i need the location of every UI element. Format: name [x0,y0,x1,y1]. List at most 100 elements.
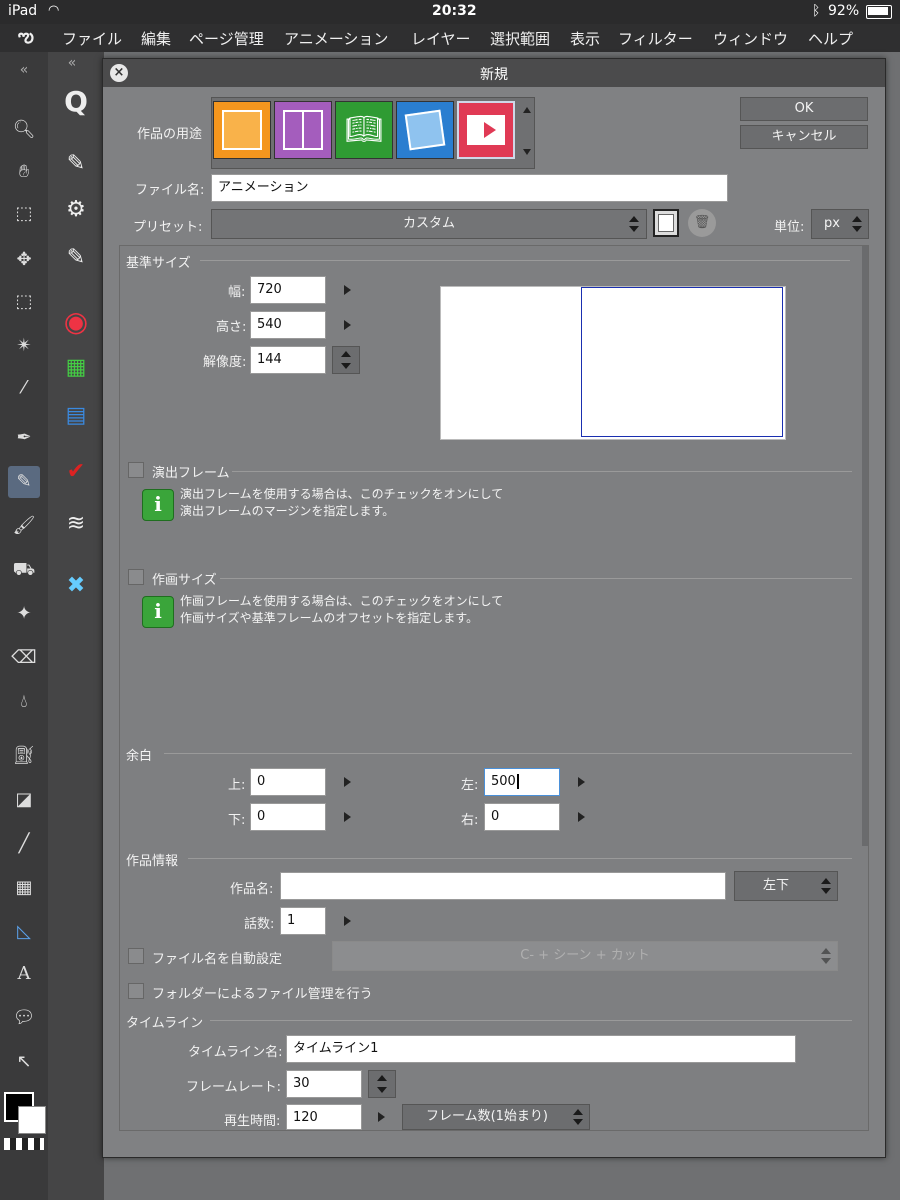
height-expand-icon[interactable] [344,320,351,330]
correct-line-icon[interactable]: ↖ [8,1046,40,1078]
margin-right-expand-icon[interactable] [578,812,585,822]
new-document-dialog: × 新規 OK キャンセル 作品の用途 📖︎ ファイル名: アニメーション プリ… [102,58,886,1158]
material-icon[interactable]: ✖ [56,566,96,606]
brush-size-icon[interactable]: ✎ [56,238,96,278]
auto-select-icon[interactable]: ✴ [8,330,40,362]
ruler-icon[interactable]: ◺ [8,916,40,948]
ok-button[interactable]: OK [740,97,868,121]
menu-window[interactable]: ウィンドウ [713,28,788,49]
duration-input[interactable]: 120 [286,1104,362,1130]
layer-icon[interactable]: ≋ [56,504,96,544]
work-title-label: 作品名: [230,882,274,897]
episode-expand-icon[interactable] [344,916,351,926]
scrollbar-track[interactable] [862,246,868,846]
navigator-icon[interactable]: Q [56,82,96,122]
gradient-icon[interactable]: ◪ [8,784,40,816]
unit-dropdown[interactable]: px [811,209,869,239]
print-icon[interactable] [396,101,454,159]
fill-icon[interactable]: ⛽︎ [8,740,40,772]
operation-tool-icon[interactable]: ⬚ [8,198,40,230]
animation-icon[interactable] [457,101,515,159]
staging-frame-checkbox[interactable] [128,462,144,478]
illustration-icon[interactable] [213,101,271,159]
decoration-icon[interactable]: ✦ [8,598,40,630]
scroll-down-icon[interactable] [523,149,531,155]
margin-left-expand-icon[interactable] [578,777,585,787]
menu-page[interactable]: ページ管理 [189,28,264,49]
resolution-input[interactable]: 144 [250,346,326,374]
episode-input[interactable]: 1 [280,907,326,935]
framerate-input[interactable]: 30 [286,1070,362,1098]
margin-top-expand-icon[interactable] [344,777,351,787]
app-logo-icon[interactable]: ఌ [18,26,34,51]
tool-property-icon[interactable]: ⚙ [56,190,96,230]
eraser-icon[interactable]: ⌫ [8,642,40,674]
move-layer-icon[interactable]: ✥ [8,244,40,276]
transparent-color-swatch[interactable] [4,1138,44,1150]
brush-tool-icon[interactable]: 🖌︎ [8,510,40,542]
settings-scroll-area[interactable]: 基準サイズ 幅: 720 高さ: 540 解像度: 144 演出フレーム i 演… [119,245,869,1131]
menu-selection[interactable]: 選択範囲 [490,28,550,49]
save-preset-icon[interactable] [653,209,679,237]
text-tool-icon[interactable]: A [8,958,40,990]
airbrush-icon[interactable]: ⛟ [8,554,40,586]
menu-file[interactable]: ファイル [62,28,122,49]
color-set-icon[interactable]: ▦ [56,348,96,388]
resolution-stepper[interactable] [332,346,360,374]
pencil-tool-icon[interactable]: ✎ [8,466,40,498]
color-wheel-icon[interactable]: ◉ [56,302,96,342]
margin-left-input[interactable]: 500 [484,768,560,796]
blend-icon[interactable]: 💧︎ [8,686,40,718]
filename-input[interactable]: アニメーション [211,174,728,202]
menu-view[interactable]: 表示 [570,28,600,49]
auto-filename-checkbox[interactable] [128,948,144,964]
zoom-tool-icon[interactable]: 🔍︎ [8,114,40,146]
menu-layer[interactable]: レイヤー [411,28,471,49]
width-input[interactable]: 720 [250,276,326,304]
preset-dropdown[interactable]: カスタム [211,209,647,239]
menu-animation[interactable]: アニメーション [284,28,388,49]
drawing-size-checkbox[interactable] [128,569,144,585]
duration-expand-icon[interactable] [378,1112,385,1122]
margin-top-input[interactable]: 0 [250,768,326,796]
sub-tool-icon[interactable]: ✎ [56,144,96,184]
cancel-button[interactable]: キャンセル [740,125,868,149]
pen-tool-icon[interactable]: ✒ [8,422,40,454]
work-title-input[interactable] [280,872,726,900]
collapse-icon[interactable]: « [8,54,40,86]
book-icon[interactable]: 📖︎ [335,101,393,159]
delete-preset-icon[interactable]: 🗑︎ [688,209,716,237]
width-expand-icon[interactable] [344,285,351,295]
frame-border-icon[interactable]: ▦ [8,872,40,904]
layer-property-icon[interactable]: ✔ [56,452,96,492]
margin-bottom-input[interactable]: 0 [250,803,326,831]
margin-bottom-expand-icon[interactable] [344,812,351,822]
margin-right-input[interactable]: 0 [484,803,560,831]
selection-tool-icon[interactable]: ⬚ [8,286,40,318]
chevron-updown-icon [569,1105,587,1129]
collapse-icon[interactable]: « [52,52,92,74]
scroll-up-icon[interactable] [523,107,531,113]
hand-tool-icon[interactable]: ✋︎ [8,156,40,188]
comic-icon[interactable] [274,101,332,159]
duration-unit-dropdown[interactable]: フレーム数(1始まり) [402,1104,590,1130]
timeline-section-title: タイムライン [126,1016,204,1031]
menu-help[interactable]: ヘルプ [808,28,853,49]
chevron-updown-icon [624,212,644,236]
framerate-stepper[interactable] [368,1070,396,1098]
animation-cels-icon[interactable]: ▤ [56,396,96,436]
staging-frame-info-line2: 演出フレームのマージンを指定します。 [180,504,395,518]
height-input[interactable]: 540 [250,311,326,339]
folder-management-checkbox[interactable] [128,983,144,999]
figure-icon[interactable]: ╱ [8,828,40,860]
balloon-icon[interactable]: 💬︎ [8,1002,40,1034]
timeline-name-input[interactable]: タイムライン1 [286,1035,796,1063]
menu-filter[interactable]: フィルター [618,28,693,49]
title-position-dropdown[interactable]: 左下 [734,871,838,901]
sub-color-swatch[interactable] [18,1106,46,1134]
eyedropper-icon[interactable]: ⁄ [8,372,40,404]
menu-edit[interactable]: 編集 [141,28,171,49]
bluetooth-icon: ᛒ [812,3,821,19]
auto-filename-format-dropdown[interactable]: C- + シーン + カット [332,941,838,971]
chevron-updown-icon [817,874,835,898]
